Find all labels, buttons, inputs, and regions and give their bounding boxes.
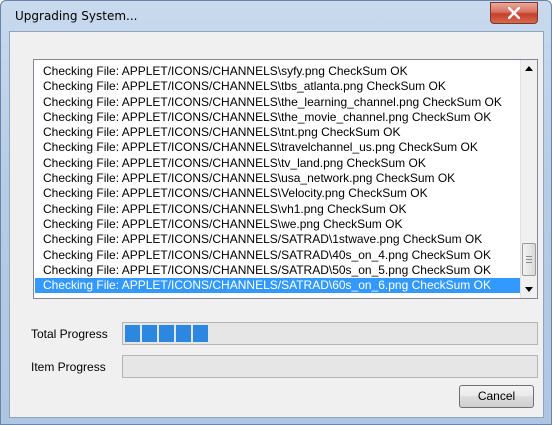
log-row[interactable]: Checking File: APPLET/ICONS/CHANNELS\tnt… <box>35 125 520 140</box>
total-progress-label: Total Progress <box>31 327 108 341</box>
progress-block <box>193 325 208 342</box>
log-row[interactable]: Checking File: APPLET/ICONS/CHANNELS/SAT… <box>35 278 520 294</box>
total-progress-bar <box>122 322 538 345</box>
total-progress-fill <box>125 325 208 342</box>
scroll-down-button[interactable] <box>521 281 537 298</box>
log-row[interactable]: Checking File: APPLET/ICONS/CHANNELS\Vel… <box>35 186 520 201</box>
title-bar[interactable]: Upgrading System... <box>1 1 551 31</box>
cancel-button[interactable]: Cancel <box>459 385 534 408</box>
progress-block <box>176 325 191 342</box>
window-title: Upgrading System... <box>15 9 138 23</box>
item-progress-bar <box>122 355 538 378</box>
log-row[interactable]: Checking File: APPLET/ICONS/CHANNELS\tra… <box>35 140 520 155</box>
log-rows: Checking File: APPLET/ICONS/CHANNELS\syf… <box>35 64 520 296</box>
scroll-up-button[interactable] <box>521 60 537 77</box>
progress-block <box>142 325 157 342</box>
log-row[interactable]: Checking File: APPLET/ICONS/CHANNELS\syf… <box>35 64 520 79</box>
scroll-up-arrow-icon <box>525 66 533 71</box>
vertical-scrollbar[interactable] <box>520 60 537 298</box>
close-button[interactable] <box>490 2 538 24</box>
log-row[interactable]: Checking File: APPLET/ICONS/CHANNELS\tv_… <box>35 156 520 171</box>
thumb-grip-line <box>526 259 532 260</box>
log-row[interactable]: Checking File: APPLET/ICONS/CHANNELS\tbs… <box>35 79 520 94</box>
log-row[interactable]: Checking File: APPLET/ICONS/CHANNELS\the… <box>35 95 520 110</box>
file-check-log-list[interactable]: Checking File: APPLET/ICONS/CHANNELS\syf… <box>33 59 538 299</box>
scroll-down-arrow-icon <box>525 287 533 292</box>
upgrade-dialog-window: Upgrading System... Checking File: APPLE… <box>0 0 552 425</box>
close-icon <box>508 7 520 19</box>
progress-block <box>159 325 174 342</box>
progress-block <box>125 325 140 342</box>
log-row[interactable]: Checking File: APPLET/ICONS/CHANNELS/SAT… <box>35 248 520 263</box>
log-row[interactable]: Checking File: APPLET/ICONS/CHANNELS\vh1… <box>35 202 520 217</box>
log-row[interactable]: Checking File: APPLET/ICONS/CHANNELS\usa… <box>35 171 520 186</box>
dialog-client-area: Checking File: APPLET/ICONS/CHANNELS\syf… <box>9 31 544 418</box>
thumb-grip-line <box>526 256 532 257</box>
log-row[interactable]: Checking File: APPLET/ICONS/CHANNELS/SAT… <box>35 232 520 247</box>
scrollbar-thumb[interactable] <box>522 243 536 276</box>
log-row[interactable]: Checking File: APPLET/ICONS/CHANNELS\we.… <box>35 217 520 232</box>
log-row[interactable]: Checking File: APPLET/ICONS/CHANNELS/SAT… <box>35 263 520 278</box>
thumb-grip-line <box>526 262 532 263</box>
item-progress-label: Item Progress <box>31 360 106 374</box>
log-row[interactable]: Checking File: APPLET/ICONS/CHANNELS\the… <box>35 110 520 125</box>
